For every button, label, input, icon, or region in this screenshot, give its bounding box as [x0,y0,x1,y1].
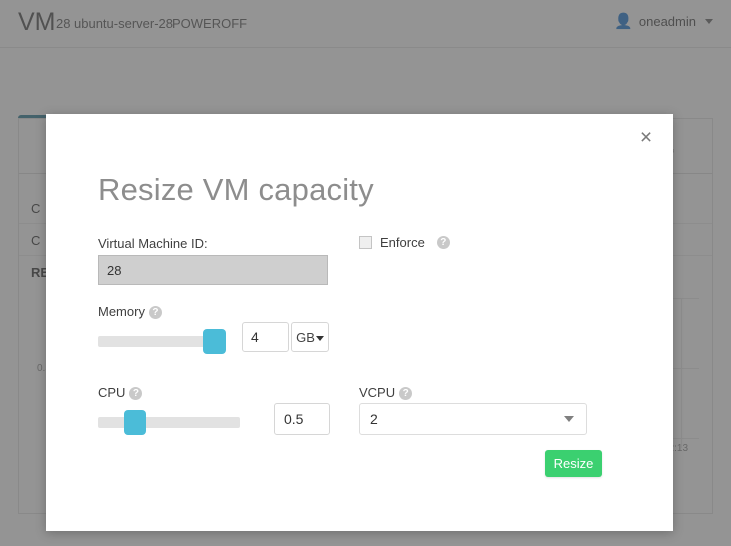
enforce-checkbox[interactable] [359,236,372,249]
memory-value-input[interactable] [242,322,289,352]
resize-vm-modal: × Resize VM capacity Virtual Machine ID:… [46,114,673,531]
help-icon[interactable]: ? [148,306,162,319]
vm-id-field-label: Virtual Machine ID: [98,236,208,251]
chevron-down-icon [315,336,324,341]
memory-slider-handle[interactable] [203,329,226,354]
memory-unit-label: GB [296,329,315,345]
vcpu-label-text: VCPU [359,385,396,400]
memory-field-label: Memory? [98,304,162,319]
enforce-field: Enforce ? [359,235,450,250]
modal-title: Resize VM capacity [98,172,374,207]
chevron-down-icon [564,416,574,422]
enforce-label: Enforce [380,235,425,250]
memory-unit-select[interactable]: GB [291,322,329,352]
help-icon[interactable]: ? [399,387,413,400]
vm-id-input[interactable] [98,255,328,285]
cpu-field-label: CPU? [98,385,143,400]
memory-slider[interactable] [98,329,226,354]
cpu-slider-handle[interactable] [124,410,146,435]
cpu-slider[interactable] [98,410,240,435]
help-icon[interactable]: ? [129,387,143,400]
cpu-value-input[interactable] [274,403,330,435]
vcpu-select[interactable]: 2 [359,403,587,435]
close-icon[interactable]: × [633,124,659,150]
memory-label-text: Memory [98,304,145,319]
cpu-label-text: CPU [98,385,126,400]
resize-button[interactable]: Resize [545,450,602,477]
help-icon[interactable]: ? [436,236,450,249]
vcpu-selected-value: 2 [370,411,378,427]
vcpu-field-label: VCPU? [359,385,413,400]
